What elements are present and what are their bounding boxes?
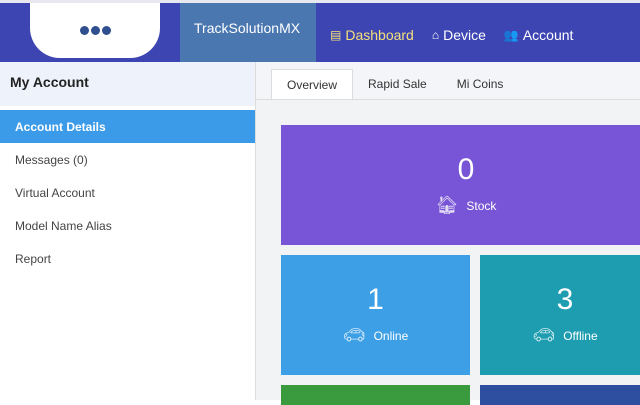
nav-label: Dashboard <box>345 27 414 43</box>
stock-label: Stock <box>466 199 496 213</box>
sidebar-title: My Account <box>0 62 255 106</box>
nav-account[interactable]: 👥 Account <box>504 27 574 43</box>
sidebar-item-messages[interactable]: Messages (0) <box>0 143 255 176</box>
offline-card[interactable]: 3 🚗︎ Offline <box>480 255 640 375</box>
online-card[interactable]: 1 🚗︎ Online <box>281 255 470 375</box>
sidebar-item-model-name-alias[interactable]: Model Name Alias <box>0 209 255 242</box>
status-card-green[interactable] <box>281 385 470 405</box>
sidebar-item-account-details[interactable]: Account Details <box>0 110 255 143</box>
tab-mi-coins[interactable]: Mi Coins <box>442 69 519 99</box>
car-icon: 🚗︎ <box>343 325 366 346</box>
nav-device[interactable]: ⌂ Device <box>432 27 486 43</box>
offline-count: 3 <box>557 283 574 317</box>
status-card-darkblue[interactable] <box>480 385 640 405</box>
sidebar-item-report[interactable]: Report <box>0 242 255 275</box>
dashboard-icon: ▤ <box>330 28 341 42</box>
offline-label: Offline <box>563 329 597 343</box>
top-header: TrackSolutionMX ▤ Dashboard ⌂ Device 👥 Acco… <box>0 0 640 62</box>
warehouse-icon: 🏠︎ <box>436 195 459 216</box>
device-icon: ⌂ <box>432 28 439 42</box>
account-icon: 👥 <box>504 28 519 42</box>
nav-label: Device <box>443 27 486 43</box>
stock-count: 0 <box>458 153 475 187</box>
tab-rapid-sale[interactable]: Rapid Sale <box>353 69 442 99</box>
brand-title: TrackSolutionMX <box>180 3 316 65</box>
nav-label: Account <box>523 27 574 43</box>
tab-bar: Overview Rapid Sale Mi Coins <box>256 62 640 100</box>
logo[interactable] <box>30 3 160 58</box>
main-content: Overview Rapid Sale Mi Coins 0 🏠︎ Stock 1… <box>256 62 640 400</box>
main-nav: ▤ Dashboard ⌂ Device 👥 Account <box>330 27 573 43</box>
sidebar: My Account Account Details Messages (0) … <box>0 62 256 400</box>
sidebar-item-virtual-account[interactable]: Virtual Account <box>0 176 255 209</box>
tab-overview[interactable]: Overview <box>271 69 353 99</box>
logo-icon <box>80 26 111 35</box>
car-icon: 🚗︎ <box>532 325 555 346</box>
stock-card[interactable]: 0 🏠︎ Stock <box>281 125 640 245</box>
online-count: 1 <box>367 283 384 317</box>
online-label: Online <box>374 329 409 343</box>
nav-dashboard[interactable]: ▤ Dashboard <box>330 27 414 43</box>
